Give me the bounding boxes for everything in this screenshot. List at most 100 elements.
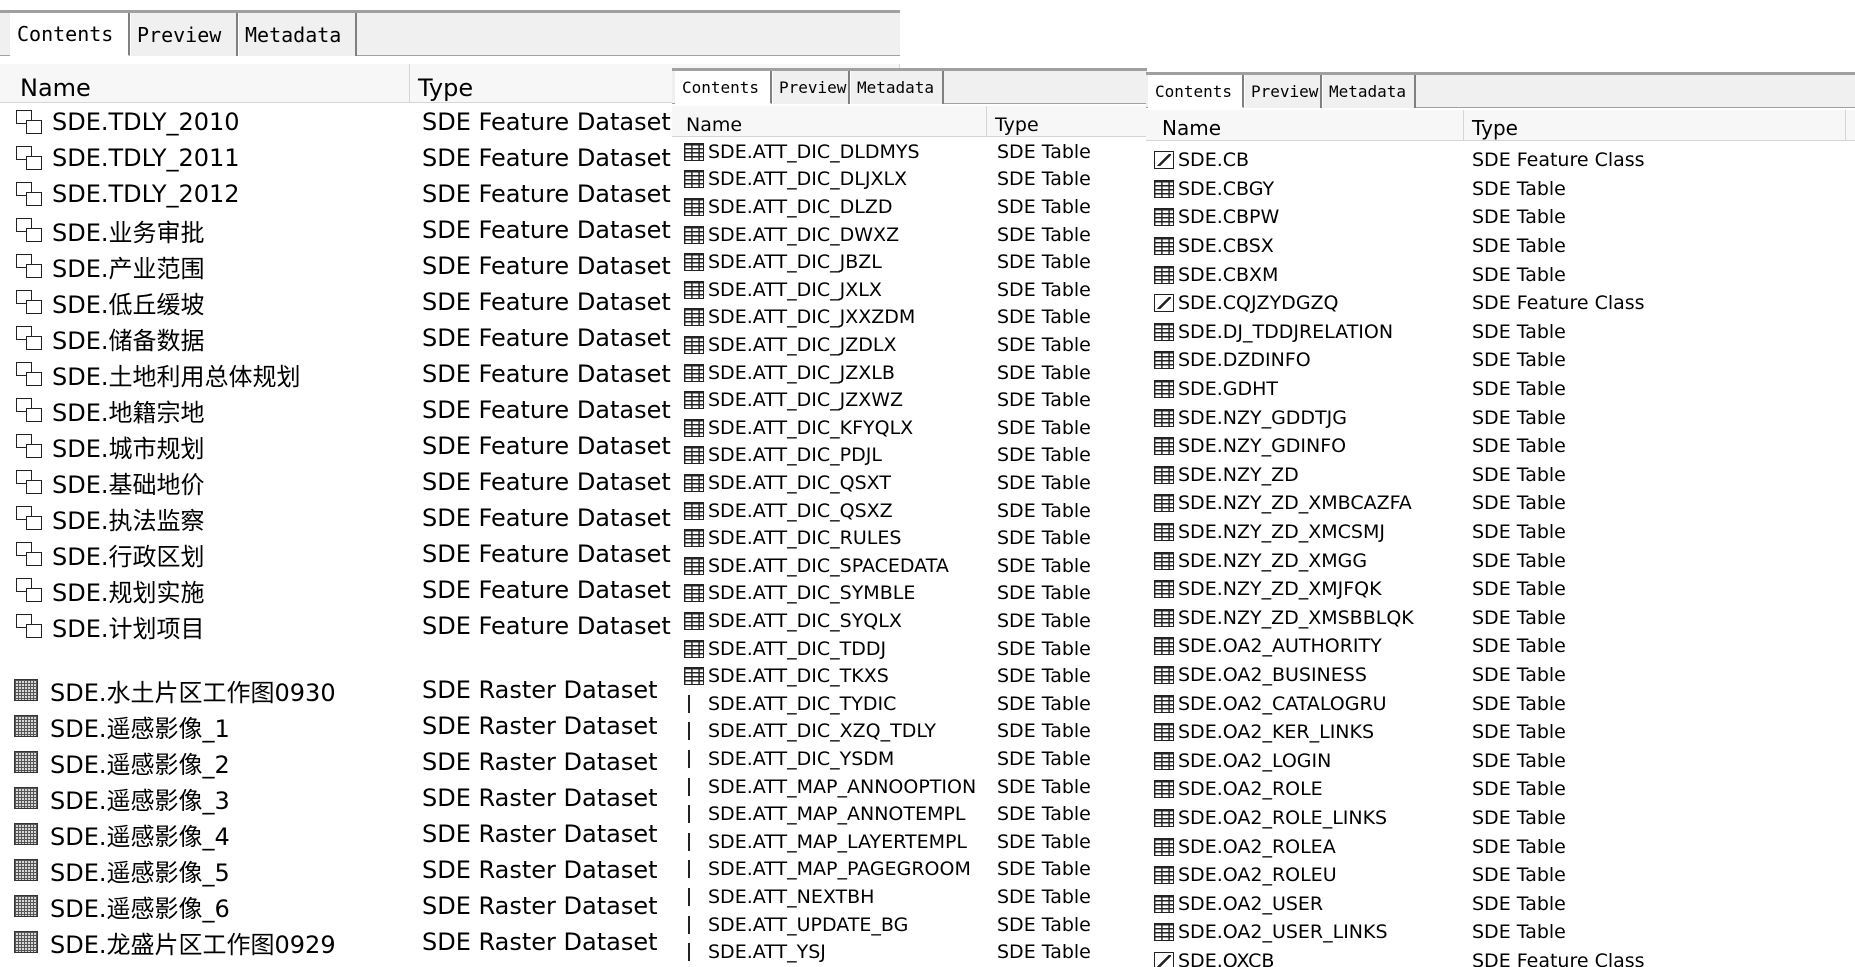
list-item[interactable]: SDE.ATT_DIC_SPACEDATA SDE Table	[672, 552, 1147, 580]
list-item[interactable]: SDE.ATT_DIC_PDJL SDE Table	[672, 442, 1147, 470]
list-item[interactable]: SDE.CB SDE Feature Class	[1146, 146, 1855, 175]
list-item[interactable]: SDE.ATT_YSJ SDE Table	[672, 938, 1147, 966]
list-item[interactable]: SDE.遥感影像_4 SDE Raster Dataset	[0, 816, 680, 852]
tab-contents[interactable]: Contents	[1148, 75, 1244, 108]
list-item[interactable]: SDE.ATT_DIC_YSDM SDE Table	[672, 745, 1147, 773]
list-item[interactable]: SDE.ATT_DIC_TKXS SDE Table	[672, 662, 1147, 690]
list-item[interactable]: SDE.遥感影像_2 SDE Raster Dataset	[0, 744, 680, 780]
item-name: SDE.ATT_DIC_JZXWZ	[708, 389, 904, 412]
list-item[interactable]: SDE.ATT_DIC_JZDLX SDE Table	[672, 331, 1147, 359]
list-item[interactable]: SDE.ATT_DIC_JBZL SDE Table	[672, 248, 1147, 276]
list-item[interactable]: SDE.ATT_NEXTBH SDE Table	[672, 883, 1147, 911]
list-item[interactable]: SDE.OA2_AUTHORITY SDE Table	[1146, 632, 1855, 661]
list-item[interactable]: SDE.OA2_ROLE_LINKS SDE Table	[1146, 804, 1855, 833]
list-item[interactable]: SDE.遥感影像_6 SDE Raster Dataset	[0, 888, 680, 924]
list-item[interactable]: SDE.ATT_DIC_QSXT SDE Table	[672, 469, 1147, 497]
list-item[interactable]: SDE.OA2_ROLEU SDE Table	[1146, 861, 1855, 890]
list-item[interactable]: SDE.ATT_UPDATE_BG SDE Table	[672, 911, 1147, 939]
list-item[interactable]: SDE.龙盛片区工作图0929 SDE Raster Dataset	[0, 924, 680, 960]
list-item[interactable]: SDE.ATT_DIC_DLDMYS SDE Table	[672, 138, 1147, 166]
list-item[interactable]: SDE.NZY_ZD_XMBCAZFA SDE Table	[1146, 489, 1855, 518]
tab-contents[interactable]: Contents	[675, 71, 772, 104]
list-item[interactable]: SDE.OA2_KER_LINKS SDE Table	[1146, 718, 1855, 747]
tab-metadata[interactable]: Metadata	[238, 13, 357, 56]
tab-metadata[interactable]: Metadata	[1322, 75, 1416, 108]
table-icon	[684, 749, 690, 768]
list-item[interactable]: SDE.CBSX SDE Table	[1146, 232, 1855, 261]
list-item[interactable]: SDE.ATT_DIC_JZXWZ SDE Table	[672, 386, 1147, 414]
list-item[interactable]: SDE.OA2_LOGIN SDE Table	[1146, 747, 1855, 776]
item-name: SDE.ATT_DIC_XZQ_TDLY	[708, 720, 937, 743]
list-item[interactable]: SDE.ATT_DIC_TYDIC SDE Table	[672, 690, 1147, 718]
table-icon	[684, 887, 690, 906]
item-type: SDE Feature Dataset	[422, 288, 671, 316]
list-item[interactable]: SDE.ATT_MAP_LAYERTEMPL SDE Table	[672, 828, 1147, 856]
list-item[interactable]: SDE.ATT_DIC_QSXZ SDE Table	[672, 497, 1147, 525]
list-item[interactable]: SDE.遥感影像_1 SDE Raster Dataset	[0, 708, 680, 744]
item-name: SDE.OA2_BUSINESS	[1178, 664, 1367, 687]
item-type: SDE Feature Dataset	[422, 108, 671, 136]
list-item[interactable]: SDE.NZY_GDDTJG SDE Table	[1146, 403, 1855, 432]
column-header-name[interactable]: Name	[12, 64, 410, 102]
list-item[interactable]: SDE.NZY_ZD_XMJFQK SDE Table	[1146, 575, 1855, 604]
list-item[interactable]: SDE.ATT_DIC_DLZD SDE Table	[672, 193, 1147, 221]
list-item[interactable]: SDE.OA2_USER SDE Table	[1146, 890, 1855, 919]
list-item[interactable]: SDE.NZY_ZD_XMCSMJ SDE Table	[1146, 518, 1855, 547]
list-item[interactable]: SDE.OA2_CATALOGRU SDE Table	[1146, 689, 1855, 718]
list-item[interactable]: SDE.水土片区工作图0930 SDE Raster Dataset	[0, 672, 680, 708]
column-header-type[interactable]: Type	[1464, 110, 1846, 140]
list-item[interactable]: SDE.CBGY SDE Table	[1146, 175, 1855, 204]
list-item[interactable]: SDE.遥感影像_5 SDE Raster Dataset	[0, 852, 680, 888]
list-item[interactable]: SDE.CQJZYDGZQ SDE Feature Class	[1146, 289, 1855, 318]
tab-bar: Contents Preview Metadata	[0, 10, 900, 56]
list-item[interactable]: SDE.ATT_MAP_ANNOTEMPL SDE Table	[672, 800, 1147, 828]
list-item[interactable]: SDE.ATT_DIC_XZQ_TDLY SDE Table	[672, 718, 1147, 746]
column-header-type[interactable]: Type	[987, 106, 1147, 136]
list-item[interactable]: SDE.CBPW SDE Table	[1146, 203, 1855, 232]
tab-metadata[interactable]: Metadata	[850, 71, 944, 104]
tab-preview[interactable]: Preview	[772, 71, 850, 104]
list-item[interactable]: SDE.GDHT SDE Table	[1146, 375, 1855, 404]
list-item[interactable]: SDE.DJ_TDDJRELATION SDE Table	[1146, 318, 1855, 347]
item-name: SDE.NZY_ZD_XMCSMJ	[1178, 521, 1385, 544]
list-item[interactable]: SDE.ATT_DIC_JZXLB SDE Table	[672, 359, 1147, 387]
list-item[interactable]: SDE.OA2_BUSINESS SDE Table	[1146, 661, 1855, 690]
item-name: SDE.OA2_CATALOGRU	[1178, 692, 1387, 715]
list-item[interactable]: SDE.ATT_DIC_SYMBLE SDE Table	[672, 580, 1147, 608]
list-item[interactable]: SDE.ATT_DIC_JXXZDM SDE Table	[672, 304, 1147, 332]
column-header-name[interactable]: Name	[1154, 110, 1464, 140]
tab-contents[interactable]: Contents	[10, 13, 130, 56]
tab-preview[interactable]: Preview	[1244, 75, 1322, 108]
list-item[interactable]: SDE.ATT_DIC_TDDJ SDE Table	[672, 635, 1147, 663]
column-header-name[interactable]: Name	[678, 106, 987, 136]
list-item[interactable]: SDE.DZDINFO SDE Table	[1146, 346, 1855, 375]
table-icon	[684, 308, 704, 327]
list-item[interactable]: SDE.NZY_ZD_XMSBBLQK SDE Table	[1146, 604, 1855, 633]
item-name: SDE.ATT_DIC_JBZL	[708, 251, 882, 274]
table-icon	[684, 446, 704, 465]
list-item[interactable]: SDE.遥感影像_3 SDE Raster Dataset	[0, 780, 680, 816]
list-item[interactable]: SDE.ATT_DIC_JXLX SDE Table	[672, 276, 1147, 304]
list-item[interactable]: SDE.ATT_DIC_RULES SDE Table	[672, 524, 1147, 552]
list-item[interactable]: SDE.OA2_USER_LINKS SDE Table	[1146, 918, 1855, 947]
item-type: SDE Table	[1472, 749, 1566, 772]
list-item[interactable]: SDE.ATT_DIC_KFYQLX SDE Table	[672, 414, 1147, 442]
item-name: SDE.OA2_USER	[1178, 892, 1324, 915]
list-item[interactable]: SDE.ATT_DIC_DWXZ SDE Table	[672, 221, 1147, 249]
list-item[interactable]: SDE.CBXM SDE Table	[1146, 260, 1855, 289]
list-item[interactable]: SDE.ATT_MAP_ANNOOPTION SDE Table	[672, 773, 1147, 801]
list-item[interactable]: SDE.OA2_ROLE SDE Table	[1146, 775, 1855, 804]
feature-dataset-icon	[16, 506, 42, 530]
list-item[interactable]: SDE.NZY_ZD_XMGG SDE Table	[1146, 546, 1855, 575]
list-item[interactable]: SDE.ATT_DIC_SYQLX SDE Table	[672, 607, 1147, 635]
list-item[interactable]: SDE.ATT_MAP_PAGEGROOM SDE Table	[672, 856, 1147, 884]
list-item[interactable]: SDE.NZY_GDINFO SDE Table	[1146, 432, 1855, 461]
list-item[interactable]: SDE.ATT_DIC_DLJXLX SDE Table	[672, 166, 1147, 194]
list-item[interactable]: SDE.NZY_ZD SDE Table	[1146, 461, 1855, 490]
list-item[interactable]: SDE.OXCB SDE Feature Class	[1146, 947, 1855, 967]
table-icon	[1154, 494, 1174, 513]
item-name: SDE.ATT_DIC_DLZD	[708, 195, 893, 218]
tab-preview[interactable]: Preview	[130, 13, 238, 56]
list-item[interactable]: SDE.OA2_ROLEA SDE Table	[1146, 832, 1855, 861]
item-type: SDE Table	[997, 361, 1091, 384]
